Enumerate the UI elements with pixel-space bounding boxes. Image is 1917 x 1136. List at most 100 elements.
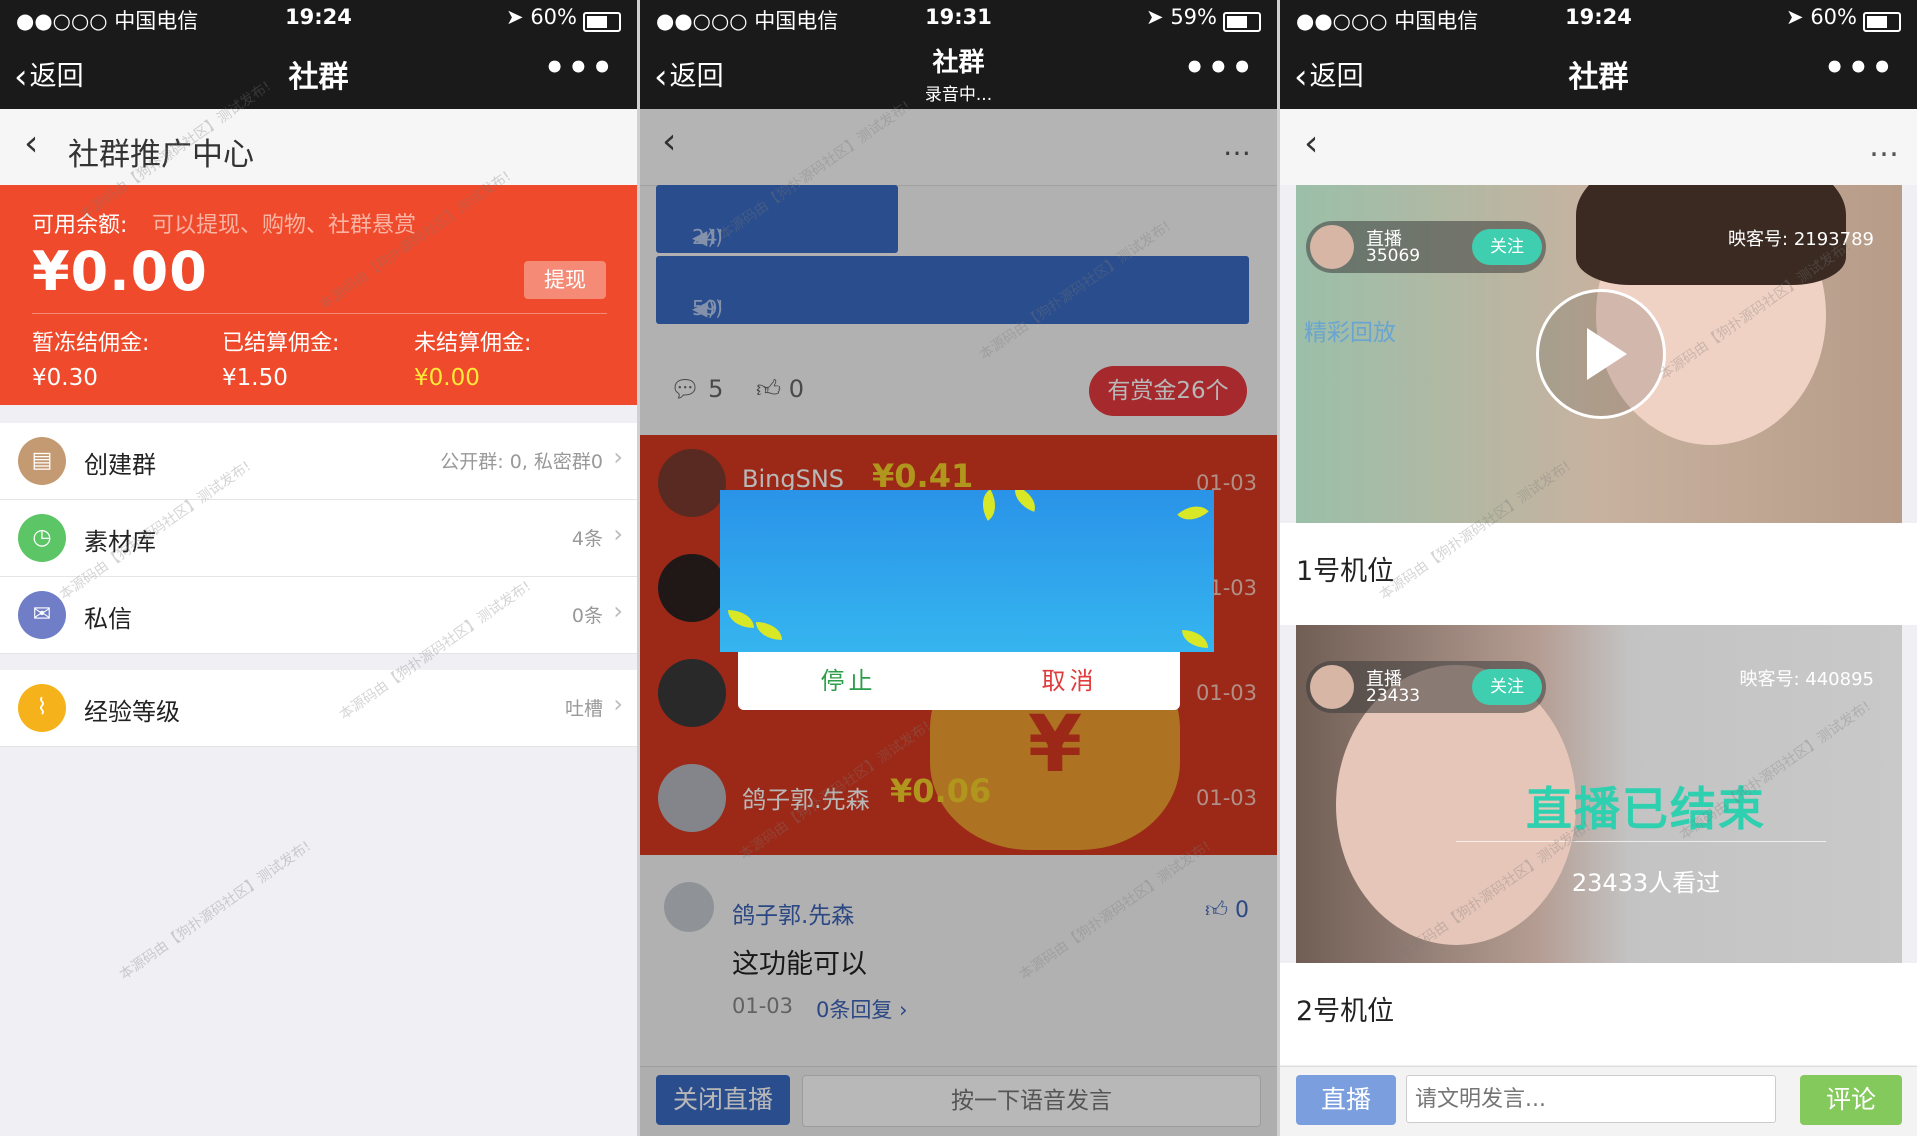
anchor-id: 23433	[1366, 686, 1421, 706]
nav-bar: ‹返回 社群 录音中... •••	[640, 36, 1277, 109]
menu-item-meta: 0条	[571, 605, 603, 627]
level-menu: ⌇ 经验等级 吐槽 ›	[0, 670, 637, 747]
menu-item-label: 私信	[84, 605, 132, 633]
page-title: 社群推广中心	[68, 137, 254, 173]
chevron-right-icon: ›	[613, 520, 623, 548]
live-toolbar: ‹ …	[1280, 109, 1917, 185]
chat-icon: ▤	[18, 437, 66, 485]
play-icon[interactable]	[1536, 289, 1666, 419]
menu-item-label: 经验等级	[84, 698, 180, 726]
recording-animation	[720, 490, 1214, 652]
live-card[interactable]: 直播 23433 关注 映客号: 440895 直播已结束 23433人看过	[1296, 625, 1902, 963]
more-icon[interactable]: •••	[1824, 48, 1895, 88]
comment-bar: 直播 评论	[1280, 1066, 1917, 1136]
nav-title: 社群	[1568, 60, 1629, 95]
ellipsis-icon[interactable]: …	[1869, 129, 1899, 164]
leaf-icon	[1182, 630, 1208, 648]
viewer-count: 映客号: 440895	[1739, 665, 1874, 691]
commission-value: ¥0.00	[414, 365, 480, 391]
location-icon: ➤	[1786, 5, 1804, 29]
menu-item-materials[interactable]: ◷ 素材库 4条 ›	[0, 500, 637, 577]
nav-title: 社群	[288, 60, 349, 95]
balance-hint: 可以提现、购物、社群悬赏	[152, 213, 417, 238]
chevron-right-icon: ›	[613, 597, 623, 625]
page-back-icon[interactable]: ‹	[1304, 123, 1318, 164]
viewer-value: 2193789	[1793, 229, 1874, 250]
recording-dialog: 停止 取消	[738, 652, 1180, 710]
commission-label: 已结算佣金:	[222, 331, 340, 356]
avatar	[1310, 665, 1354, 709]
leaf-icon	[1177, 497, 1209, 529]
leaf-icon	[728, 610, 754, 628]
balance-amount: ¥0.00	[32, 240, 208, 303]
menu-item-label: 素材库	[84, 528, 156, 556]
phone-screen-chat: ●●○○○ 中国电信 19:31 ➤ 59% ‹返回 社群 录音中... •••…	[640, 0, 1277, 1136]
promo-menu: ▤ 创建群 公开群: 0, 私密群0 › ◷ 素材库 4条 › ✉ 私信 0条 …	[0, 423, 637, 654]
page-back-icon[interactable]: ‹	[24, 123, 38, 164]
unsettled-commission: 未结算佣金: ¥0.00	[414, 325, 531, 391]
settled-commission: 已结算佣金: ¥1.50	[222, 325, 339, 391]
menu-item-level[interactable]: ⌇ 经验等级 吐槽 ›	[0, 670, 637, 747]
menu-item-meta: 公开群: 0, 私密群0	[440, 451, 603, 473]
battery-status: ➤ 60%	[1786, 5, 1901, 32]
menu-item-create-group[interactable]: ▤ 创建群 公开群: 0, 私密群0 ›	[0, 423, 637, 500]
follow-button[interactable]: 关注	[1472, 229, 1542, 265]
mail-icon: ✉	[18, 591, 66, 639]
more-icon[interactable]: •••	[544, 48, 615, 88]
commission-value: ¥1.50	[222, 365, 288, 391]
slot-label-row: 1号机位	[1280, 523, 1917, 625]
chevron-right-icon: ›	[613, 443, 623, 471]
nav-bar: ‹返回 社群 •••	[1280, 36, 1917, 109]
leaf-icon	[974, 490, 1004, 521]
phone-screen-live: ●●○○○ 中国电信 19:24 ➤ 60% ‹返回 社群 ••• ‹ … 1号…	[1280, 0, 1917, 1136]
battery-status: ➤ 59%	[1146, 5, 1261, 32]
recording-status: 录音中...	[924, 85, 993, 105]
viewer-label: 映客号:	[1728, 229, 1789, 250]
status-bar: ●●○○○ 中国电信 19:24 ➤ 60%	[1280, 0, 1917, 36]
battery-icon	[1863, 12, 1901, 32]
viewer-label: 映客号:	[1739, 669, 1800, 690]
follow-button[interactable]: 关注	[1472, 669, 1542, 705]
nav-title: 社群	[932, 48, 985, 78]
withdraw-button[interactable]: 提现	[524, 261, 606, 299]
battery-status: ➤ 60%	[506, 5, 621, 32]
avatar	[1310, 225, 1354, 269]
wallet-panel: 可用余额: 可以提现、购物、社群悬赏 ¥0.00 提现 暂冻结佣金: ¥0.30…	[0, 185, 637, 405]
divider	[32, 313, 607, 314]
chevron-right-icon: ›	[613, 690, 623, 718]
stop-button[interactable]: 停止	[738, 652, 959, 710]
anchor-info: 直播 35069 关注	[1306, 221, 1546, 273]
live-card[interactable]: 直播 35069 关注 映客号: 2193789 精彩回放	[1296, 185, 1902, 523]
location-icon: ➤	[506, 5, 524, 29]
clock-icon: ◷	[18, 514, 66, 562]
anchor-info: 直播 23433 关注	[1306, 661, 1546, 713]
anchor-id: 35069	[1366, 246, 1421, 266]
phone-screen-promo: ●●○○○ 中国电信 19:24 ➤ 60% ‹返回 社群 ••• ‹ 社群推广…	[0, 0, 637, 1136]
menu-item-meta: 吐槽	[564, 698, 603, 720]
status-bar: ●●○○○ 中国电信 19:31 ➤ 59%	[640, 0, 1277, 36]
commission-value: ¥0.30	[32, 365, 98, 391]
cancel-button[interactable]: 取消	[959, 652, 1180, 710]
live-ended-title: 直播已结束	[1526, 782, 1766, 836]
slot-label-row: 2号机位	[1280, 963, 1917, 1065]
battery-percent: 60%	[530, 5, 577, 29]
slot-label: 2号机位	[1296, 996, 1395, 1027]
balance-label: 可用余额:	[32, 213, 128, 238]
battery-percent: 59%	[1170, 5, 1217, 29]
commission-label: 未结算佣金:	[414, 331, 532, 356]
slot-label: 1号机位	[1296, 556, 1395, 587]
comment-input[interactable]	[1406, 1075, 1776, 1123]
comment-button[interactable]: 评论	[1800, 1075, 1902, 1125]
battery-icon	[1223, 12, 1261, 32]
battery-percent: 60%	[1810, 5, 1857, 29]
divider	[1456, 841, 1826, 842]
live-button[interactable]: 直播	[1296, 1075, 1396, 1125]
menu-item-meta: 4条	[571, 528, 603, 550]
more-icon[interactable]: •••	[1184, 48, 1255, 88]
page-header: ‹ 社群推广中心	[0, 109, 637, 186]
replay-label[interactable]: 精彩回放	[1304, 313, 1396, 347]
battery-icon	[583, 12, 621, 32]
frozen-commission: 暂冻结佣金: ¥0.30	[32, 325, 149, 391]
menu-item-messages[interactable]: ✉ 私信 0条 ›	[0, 577, 637, 654]
watched-count: 23433人看过	[1571, 869, 1721, 897]
